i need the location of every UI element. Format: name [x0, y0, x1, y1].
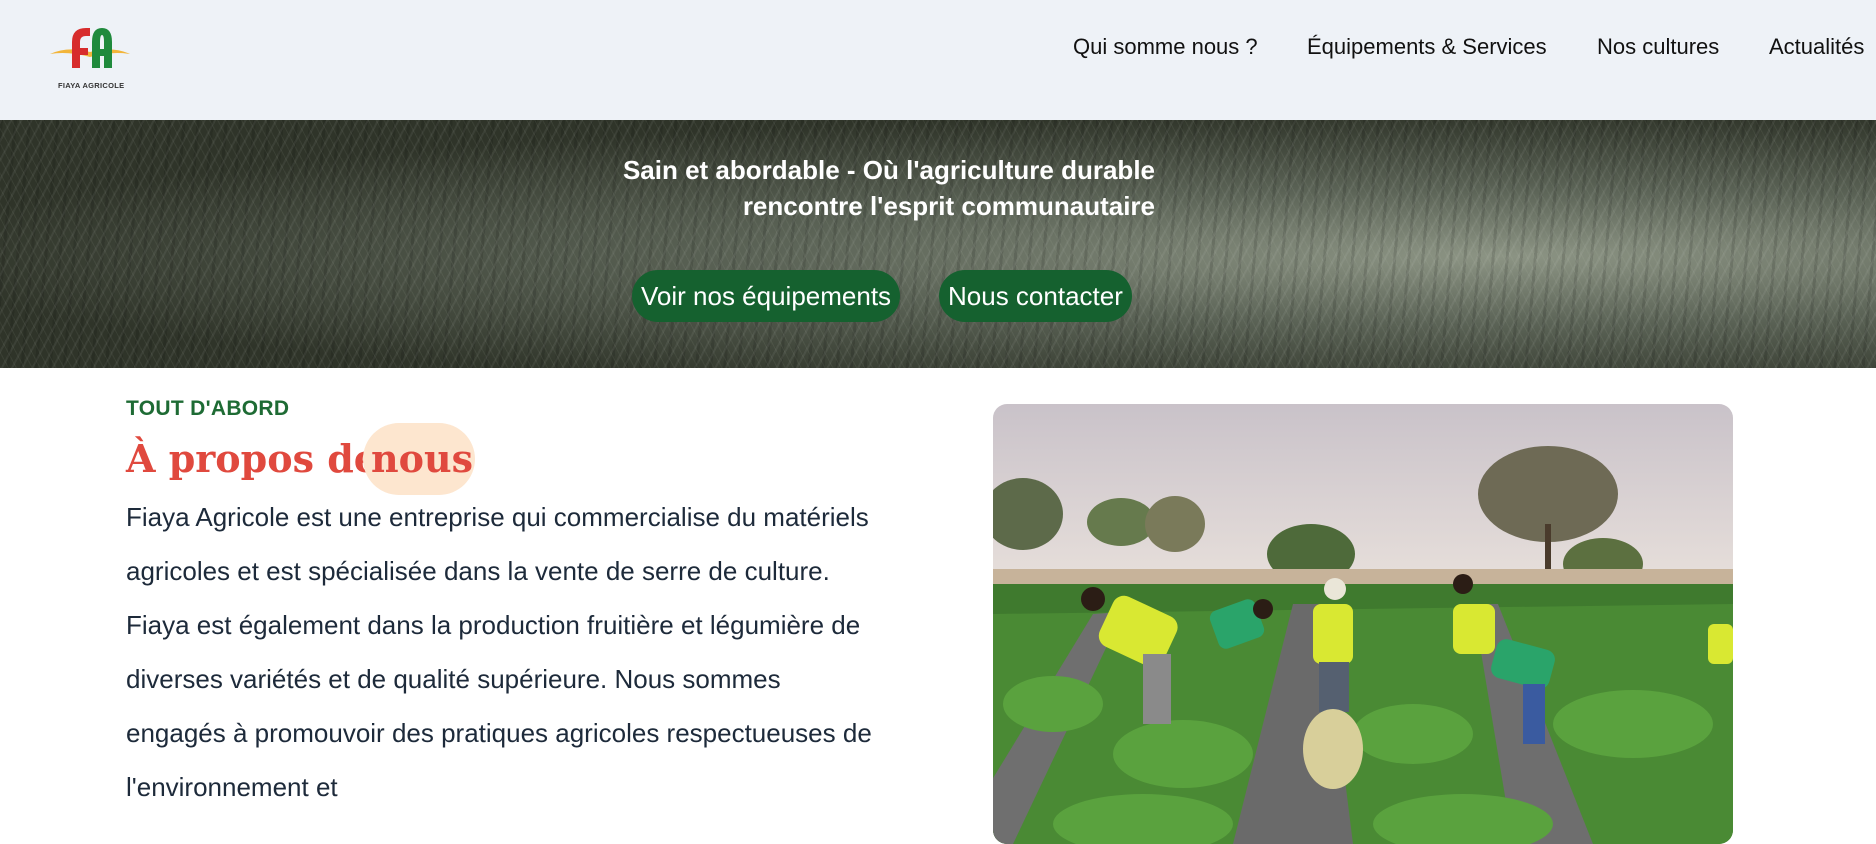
- about-paragraph: Fiaya Agricole est une entreprise qui co…: [126, 502, 872, 802]
- hero-title-line-1: Sain et abordable - Où l'agriculture dur…: [622, 155, 1155, 185]
- nous-contacter-button[interactable]: Nous contacter: [939, 270, 1132, 322]
- nav-actualites[interactable]: Actualités: [1769, 34, 1864, 60]
- farm-workers-photo: [993, 404, 1733, 844]
- section-eyebrow: TOUT D'ABORD: [126, 397, 290, 420]
- main-nav: Qui somme nous ? Équipements & Services …: [0, 34, 1876, 64]
- about-title-text: À propos de: [126, 436, 378, 481]
- about-title-highlight-text: nous: [371, 436, 473, 481]
- site-header: FIAYA AGRICOLE Qui somme nous ? Équipeme…: [0, 0, 1876, 120]
- logo-text: FIAYA AGRICOLE: [58, 81, 125, 90]
- nav-qui-somme-nous[interactable]: Qui somme nous ?: [1073, 34, 1258, 60]
- voir-equipements-button[interactable]: Voir nos équipements: [632, 270, 901, 322]
- hero-banner: Sain et abordable - Où l'agriculture dur…: [0, 120, 1876, 368]
- hero-title: Sain et abordable - Où l'agriculture dur…: [440, 152, 1155, 224]
- nav-equipements-services[interactable]: Équipements & Services: [1307, 34, 1547, 60]
- hero-title-line-2: rencontre l'esprit communautaire: [742, 191, 1155, 221]
- nav-nos-cultures[interactable]: Nos cultures: [1597, 34, 1719, 60]
